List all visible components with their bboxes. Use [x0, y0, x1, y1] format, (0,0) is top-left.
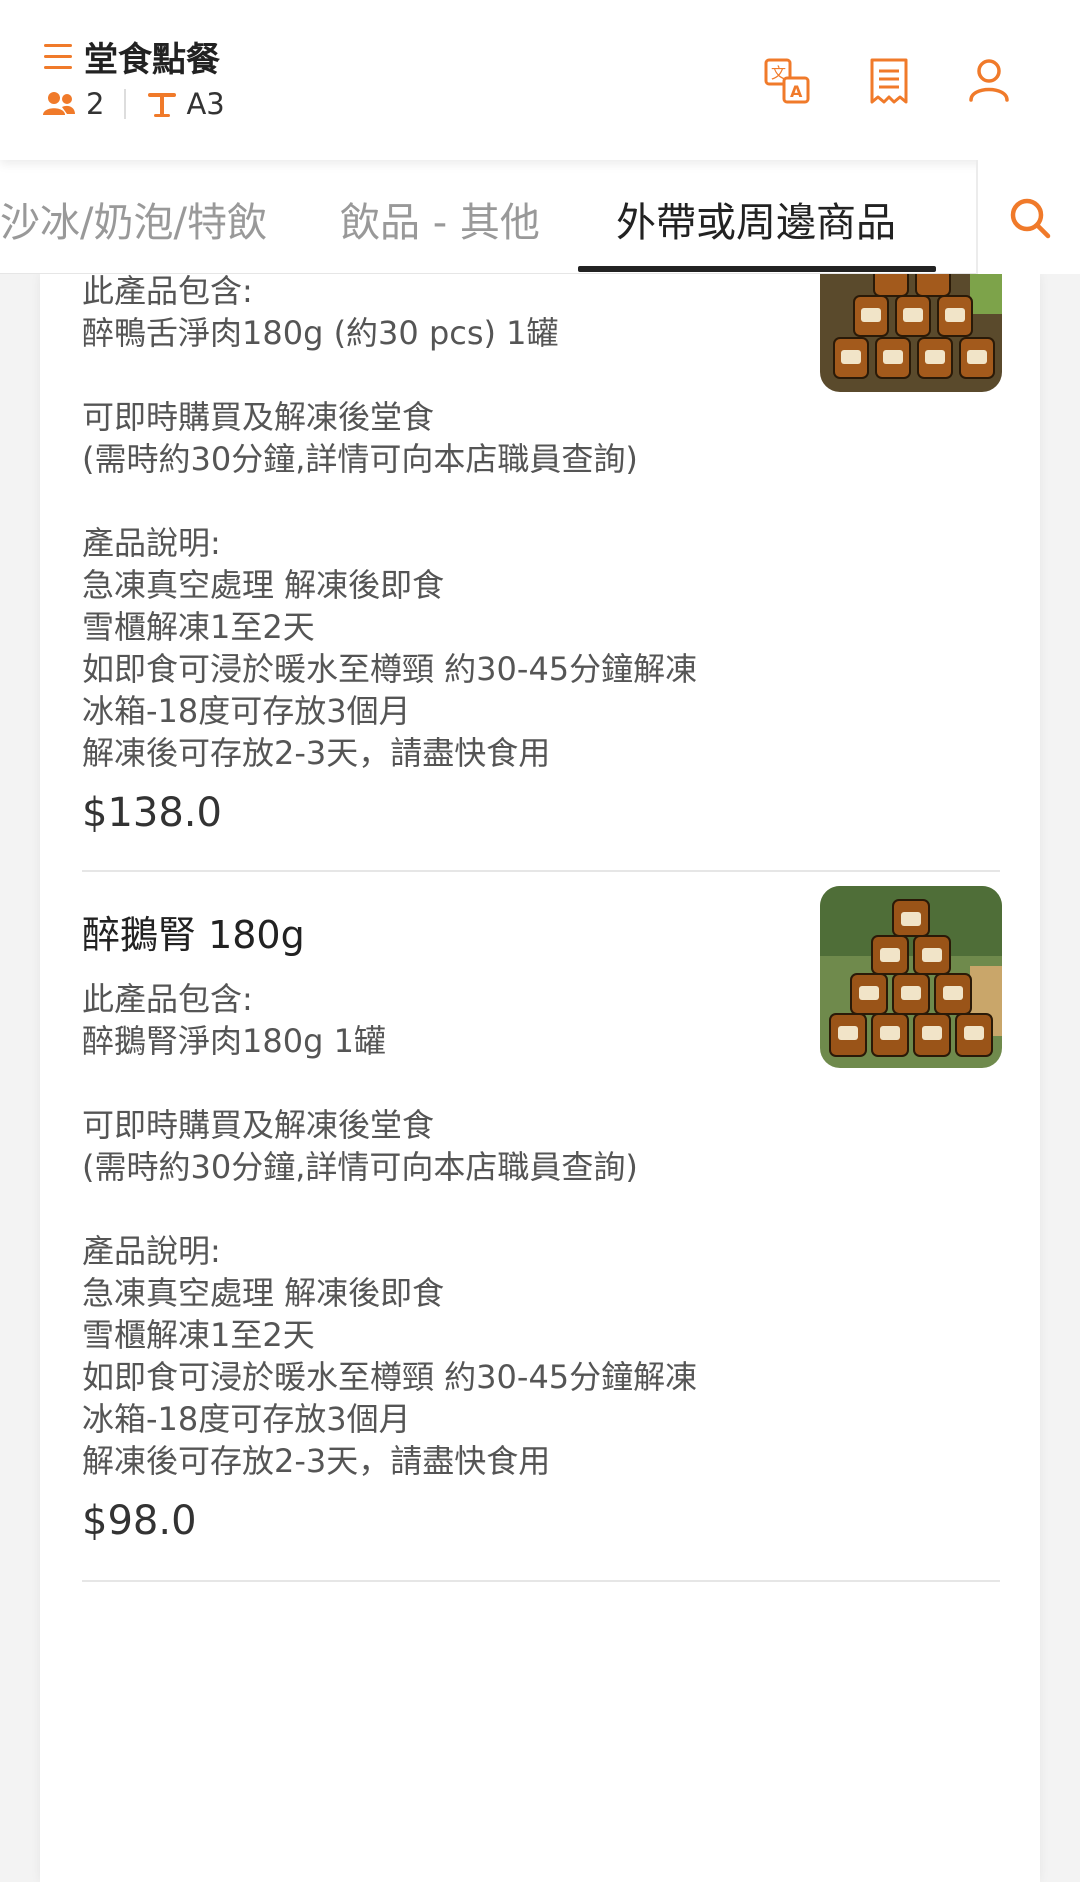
product-desc-line: 產品說明:: [82, 1232, 221, 1270]
product-desc-line: 雪櫃解凍1至2天: [82, 1316, 315, 1354]
product-desc-line: (需時約30分鐘,詳情可向本店職員查詢): [82, 440, 638, 478]
divider: [124, 89, 127, 119]
search-button[interactable]: [976, 160, 1080, 274]
search-icon: [1010, 198, 1051, 239]
product-desc-line: 雪櫃解凍1至2天: [82, 608, 315, 646]
product-image[interactable]: [820, 274, 1002, 392]
product-desc-line: 冰箱-18度可存放3個月: [82, 692, 411, 730]
product-desc-line: 可即時購買及解凍後堂食: [82, 398, 435, 436]
tab-takeaway-merch[interactable]: 外帶或周邊商品: [616, 190, 896, 248]
order-meta: 2 A3: [42, 84, 225, 124]
product-desc-line: 如即食可浸於暖水至樽頸 約30-45分鐘解凍: [82, 650, 698, 688]
product-desc-line: (需時約30分鐘,詳情可向本店職員查詢): [82, 1148, 638, 1186]
user-icon[interactable]: [964, 56, 1014, 106]
tab-shaved-ice[interactable]: 沙冰/奶泡/特飲: [0, 190, 267, 248]
menu-icon[interactable]: [44, 44, 72, 70]
top-header: 堂食點餐 2 A3 文 A: [0, 0, 1080, 160]
page-title: 堂食點餐: [84, 40, 220, 80]
product-desc-line: 此產品包含:: [82, 980, 253, 1018]
product-desc-line: 如即食可浸於暖水至樽頸 約30-45分鐘解凍: [82, 1358, 698, 1396]
product-desc-line: 冰箱-18度可存放3個月: [82, 1400, 411, 1438]
table-icon: [148, 93, 177, 117]
product-price: $98.0: [82, 1498, 197, 1544]
category-tabs: 沙冰/奶泡/特飲 飲品 - 其他 外帶或周邊商品: [0, 160, 1080, 274]
product-list: 此產品包含: 醉鴨舌淨肉180g (約30 pcs) 1罐 可即時購買及解凍後堂…: [40, 272, 1040, 1882]
product-desc-line: 解凍後可存放2-3天，請盡快食用: [82, 734, 551, 772]
guest-count[interactable]: 2: [42, 87, 104, 121]
tab-drinks-other[interactable]: 飲品 - 其他: [340, 190, 540, 248]
product-name[interactable]: 醉鵝腎 180g: [82, 904, 305, 959]
active-tab-indicator: [578, 266, 936, 272]
receipt-icon[interactable]: [864, 56, 914, 106]
table-number-value: A3: [186, 87, 225, 121]
product-desc-line: 可即時購買及解凍後堂食: [82, 1106, 435, 1144]
product-image[interactable]: [820, 886, 1002, 1068]
product-desc-line: 醉鵝腎淨肉180g 1罐: [82, 1022, 386, 1060]
product-desc-line: 急凍真空處理 解凍後即食: [82, 1274, 445, 1312]
product-desc-line: 急凍真空處理 解凍後即食: [82, 566, 445, 604]
svg-text:A: A: [790, 82, 803, 101]
product-desc-line: 醉鴨舌淨肉180g (約30 pcs) 1罐: [82, 314, 559, 352]
product-desc-line: 產品說明:: [82, 524, 221, 562]
people-icon: [43, 92, 75, 115]
translate-icon[interactable]: 文 A: [762, 56, 812, 106]
product-price: $138.0: [82, 790, 222, 836]
product-divider: [82, 870, 1000, 872]
product-desc-line: 解凍後可存放2-3天，請盡快食用: [82, 1442, 551, 1480]
table-number[interactable]: A3: [146, 87, 225, 121]
product-desc-line: 此產品包含:: [82, 272, 253, 310]
guest-count-value: 2: [86, 87, 105, 121]
product-divider: [82, 1580, 1000, 1582]
